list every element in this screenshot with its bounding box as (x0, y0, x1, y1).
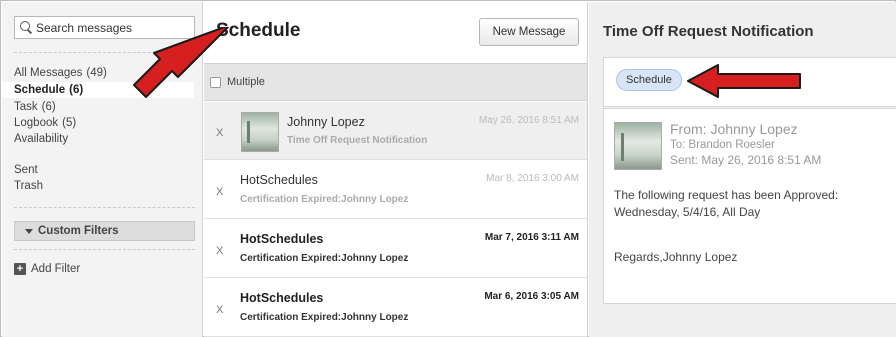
custom-filters-header[interactable]: Custom Filters (14, 221, 195, 241)
detail-title: Time Off Request Notification (603, 23, 814, 40)
sidebar-item-all-messages[interactable]: All Messages (49) (2, 65, 194, 81)
multiple-checkbox[interactable] (210, 76, 221, 88)
body-line: Wednesday, 5/4/16, All Day (614, 205, 761, 219)
sidebar-item-label: All Messages (14, 67, 83, 79)
message-row[interactable]: X HotSchedules Certification Expired:Joh… (204, 279, 587, 337)
message-row[interactable]: X HotSchedules Certification Expired:Joh… (204, 220, 587, 278)
message-subject: Time Off Request Notification (287, 135, 428, 146)
message-subject: Certification Expired:Johnny Lopez (240, 253, 409, 264)
sender-avatar (241, 112, 279, 152)
body-line: The following request has been Approved: (614, 188, 839, 202)
divider (14, 207, 195, 208)
triangle-down-icon (25, 228, 33, 234)
sidebar-item-count: (6) (41, 101, 56, 113)
message-subject: Certification Expired:Johnny Lopez (240, 194, 409, 205)
message-detail-pane: Time Off Request Notification Schedule F… (589, 2, 896, 337)
tags-card: Schedule (603, 57, 896, 107)
plus-icon: + (14, 263, 26, 275)
sidebar-item-count: (5) (62, 117, 77, 129)
message-subject: Certification Expired:Johnny Lopez (240, 312, 409, 323)
message-date: Mar 7, 2016 3:11 AM (484, 232, 579, 243)
message-sender: HotSchedules (240, 291, 324, 305)
sidebar-item-label: Availability (14, 133, 69, 145)
divider (14, 249, 195, 250)
delete-icon[interactable]: X (216, 186, 223, 198)
message-sender: HotSchedules (240, 173, 318, 187)
delete-icon[interactable]: X (216, 245, 223, 257)
divider (14, 52, 195, 53)
message-row[interactable]: X Johnny Lopez Time Off Request Notifica… (204, 102, 587, 160)
sidebar: All Messages(49) Schedule(6) Task(6) Log… (2, 2, 203, 337)
app-window: All Messages(49) Schedule(6) Task(6) Log… (0, 0, 896, 337)
message-body: The following request has been Approved:… (614, 187, 896, 221)
sender-avatar (614, 122, 662, 170)
multiple-label: Multiple (227, 76, 265, 88)
message-date: Mar 6, 2016 3:05 AM (484, 291, 579, 302)
sidebar-item-label: Schedule (14, 84, 66, 96)
list-title: Schedule (216, 20, 301, 41)
search-box[interactable] (14, 16, 195, 39)
from-line: From: Johnny Lopez (670, 121, 798, 137)
sidebar-item-count: (6) (69, 84, 84, 96)
delete-icon[interactable]: X (216, 127, 223, 139)
add-filter-button[interactable]: + Add Filter (14, 263, 80, 275)
add-filter-label: Add Filter (31, 263, 81, 275)
delete-icon[interactable]: X (216, 304, 223, 316)
search-icon (20, 21, 33, 34)
schedule-tag[interactable]: Schedule (616, 69, 682, 91)
message-date: Mar 8, 2016 3:00 AM (486, 173, 579, 184)
sidebar-item-label: Logbook (14, 117, 59, 129)
sidebar-item-availability[interactable]: Availability (2, 131, 194, 147)
sidebar-item-label: Sent (14, 164, 38, 176)
sidebar-item-schedule[interactable]: Schedule (6) (2, 82, 194, 98)
message-body-card: From: Johnny Lopez To: Brandon Roesler S… (603, 108, 896, 304)
to-line: To: Brandon Roesler (670, 139, 775, 151)
sidebar-item-count: (49) (86, 67, 107, 79)
message-list-pane: Schedule New Message Multiple X Johnny L… (204, 2, 588, 337)
sidebar-item-label: Task (14, 101, 38, 113)
sent-line: Sent: May 26, 2016 8:51 AM (670, 153, 822, 167)
sidebar-item-sent[interactable]: Sent (2, 162, 194, 178)
sidebar-item-logbook[interactable]: Logbook (5) (2, 115, 194, 131)
search-input[interactable] (36, 20, 186, 35)
message-row[interactable]: X HotSchedules Certification Expired:Joh… (204, 161, 587, 219)
sidebar-item-label: Trash (14, 180, 43, 192)
signature: Regards,Johnny Lopez (614, 250, 738, 264)
custom-filters-label: Custom Filters (38, 225, 119, 237)
message-date: May 26, 2016 8:51 AM (478, 115, 579, 126)
multiple-select-bar: Multiple (204, 63, 587, 101)
message-sender: HotSchedules (240, 232, 324, 246)
sidebar-item-trash[interactable]: Trash (2, 178, 194, 194)
message-sender: Johnny Lopez (287, 115, 365, 129)
sidebar-item-task[interactable]: Task (6) (2, 99, 194, 115)
new-message-button[interactable]: New Message (479, 18, 579, 46)
